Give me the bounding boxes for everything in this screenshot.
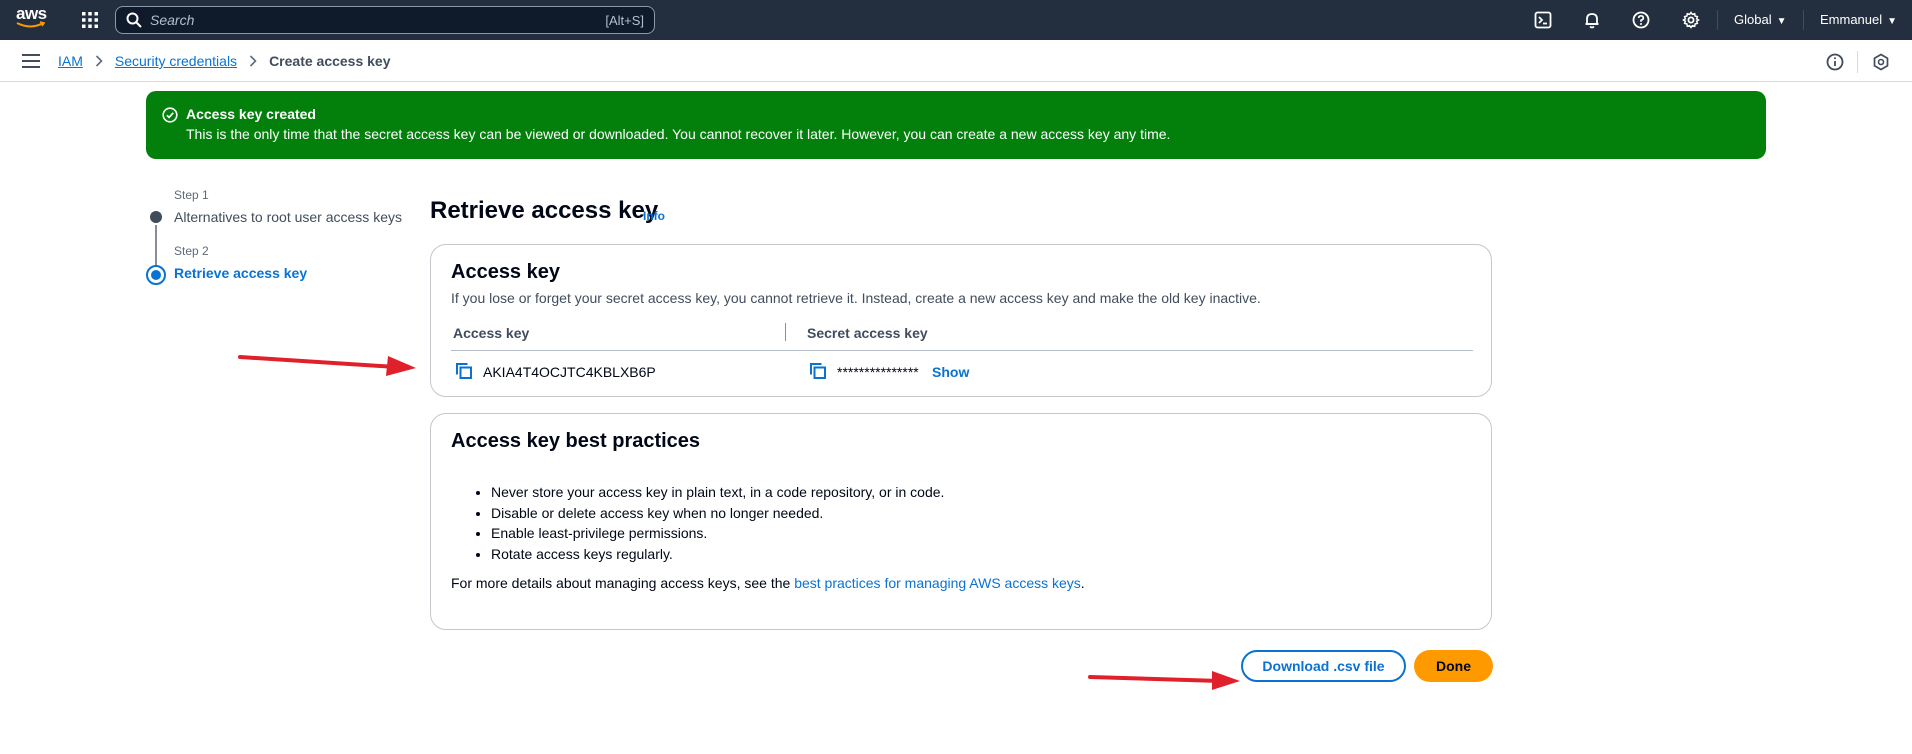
- breadcrumb: IAM Security credentials Create access k…: [58, 53, 391, 69]
- info-panel-icon[interactable]: [1826, 53, 1844, 71]
- step-1-indicator: [150, 211, 162, 223]
- nav-divider: [1803, 10, 1804, 30]
- step-2-title: Retrieve access key: [174, 265, 308, 281]
- aws-logo-text: aws: [16, 4, 47, 23]
- list-item: Enable least-privilege permissions.: [491, 523, 944, 544]
- services-grid-icon[interactable]: [80, 10, 100, 30]
- flash-title: Access key created: [186, 106, 316, 122]
- best-practices-container: Access key best practices Never store yo…: [430, 413, 1492, 630]
- breadcrumb-current: Create access key: [269, 53, 391, 69]
- account-name: Emmanuel: [1820, 12, 1883, 27]
- search-shortcut: [Alt+S]: [605, 12, 644, 28]
- info-link[interactable]: Info: [643, 209, 665, 223]
- best-practices-footer: For more details about managing access k…: [451, 575, 1085, 591]
- aws-logo[interactable]: aws: [16, 4, 50, 32]
- footer-suffix: .: [1080, 575, 1085, 591]
- region-selector[interactable]: Global ▼: [1734, 12, 1786, 27]
- copy-access-key-icon[interactable]: [455, 362, 473, 380]
- best-practices-link[interactable]: best practices for managing AWS access k…: [794, 575, 1081, 591]
- search-input[interactable]: [150, 12, 606, 28]
- search-icon: [126, 12, 142, 28]
- aws-smile-icon: [16, 21, 46, 28]
- secret-key-column-header: Secret access key: [807, 325, 928, 341]
- access-key-heading: Access key: [451, 261, 560, 283]
- access-key-value: AKIA4T4OCJTC4KBLXB6P: [483, 364, 656, 380]
- access-key-description: If you lose or forget your secret access…: [451, 290, 1261, 306]
- best-practices-heading: Access key best practices: [451, 430, 701, 452]
- breadcrumb-security-credentials[interactable]: Security credentials: [115, 53, 237, 69]
- done-button[interactable]: Done: [1414, 650, 1493, 682]
- flash-message: This is the only time that the secret ac…: [186, 126, 1171, 142]
- chevron-right-icon: [249, 55, 257, 67]
- toolbar-divider: [1857, 51, 1858, 73]
- cloudshell-icon[interactable]: [1533, 10, 1553, 30]
- breadcrumb-iam[interactable]: IAM: [58, 53, 83, 69]
- secret-key-value: ***************: [837, 364, 919, 380]
- list-item: Never store your access key in plain tex…: [491, 482, 944, 503]
- menu-icon[interactable]: [22, 54, 40, 68]
- header-rule: [451, 350, 1473, 351]
- nav-divider: [1717, 10, 1718, 30]
- caret-down-icon: ▼: [1887, 16, 1898, 27]
- best-practices-list: Never store your access key in plain tex…: [471, 482, 944, 564]
- caret-down-icon: ▼: [1776, 16, 1787, 27]
- settings-icon[interactable]: [1681, 10, 1701, 30]
- access-key-container: Access key If you lose or forget your se…: [430, 244, 1492, 397]
- access-key-column-header: Access key: [453, 325, 530, 341]
- account-menu[interactable]: Emmanuel ▼: [1820, 12, 1897, 27]
- show-secret-link[interactable]: Show: [932, 364, 969, 380]
- list-item: Rotate access keys regularly.: [491, 544, 944, 565]
- step-2-label: Step 2: [174, 244, 209, 258]
- column-divider: [785, 323, 786, 341]
- copy-secret-key-icon[interactable]: [809, 362, 827, 380]
- download-csv-button[interactable]: Download .csv file: [1241, 650, 1406, 682]
- step-2-indicator: [146, 265, 166, 285]
- list-item: Disable or delete access key when no lon…: [491, 503, 944, 524]
- top-navigation: aws [Alt+S]: [0, 0, 1912, 40]
- search-bar[interactable]: [Alt+S]: [115, 6, 655, 34]
- page-title: Retrieve access key: [430, 197, 659, 224]
- footer-prefix: For more details about managing access k…: [451, 575, 795, 591]
- annotation-arrow-icon: [238, 355, 416, 376]
- success-flash: Access key created This is the only time…: [146, 91, 1766, 159]
- step-connector: [155, 225, 157, 267]
- breadcrumb-bar: IAM Security credentials Create access k…: [0, 40, 1912, 82]
- step-1-title[interactable]: Alternatives to root user access keys: [174, 209, 402, 225]
- help-icon[interactable]: [1631, 10, 1651, 30]
- bell-icon[interactable]: [1582, 10, 1602, 30]
- annotation-arrow-icon: [1088, 671, 1240, 690]
- region-label: Global: [1734, 12, 1772, 27]
- step-1-label: Step 1: [174, 188, 209, 202]
- check-circle-icon: [162, 107, 178, 123]
- chevron-right-icon: [95, 55, 103, 67]
- security-tools-icon[interactable]: [1872, 53, 1890, 71]
